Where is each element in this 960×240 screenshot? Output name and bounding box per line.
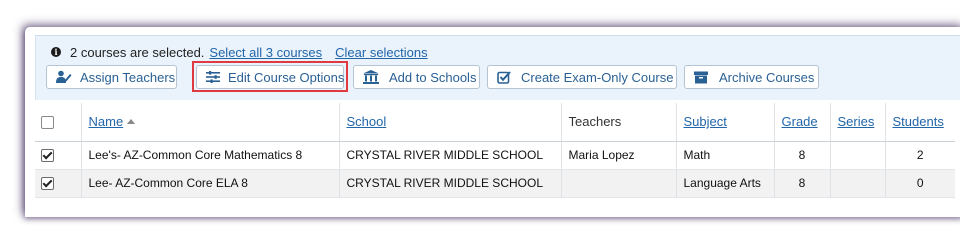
grade-cell: 8 — [774, 169, 831, 198]
school-cell: CRYSTAL RIVER MIDDLE SCHOOL — [339, 141, 562, 170]
selection-message: 2 courses are selected. — [70, 44, 205, 60]
row-checkbox[interactable] — [41, 149, 54, 163]
subject-sort-link[interactable]: Subject — [684, 114, 727, 129]
row-select-cell — [35, 169, 82, 198]
students-cell: 0 — [885, 169, 955, 198]
grade-sort-link[interactable]: Grade — [782, 114, 818, 129]
select-all-header — [35, 103, 82, 142]
row-select-cell — [35, 141, 82, 170]
create-exam-only-course-label: Create Exam-Only Course — [521, 69, 674, 85]
add-to-schools-label: Add to Schools — [389, 69, 477, 85]
subject-cell: Math — [676, 141, 775, 170]
select-all-link[interactable]: Select all 3 courses — [209, 45, 322, 60]
school-cell: CRYSTAL RIVER MIDDLE SCHOOL — [339, 169, 562, 198]
info-icon: i — [51, 47, 61, 57]
subject-column-header: Subject — [676, 103, 775, 142]
courses-card: i 2 courses are selected. Select all 3 c… — [25, 27, 960, 217]
name-sort-link[interactable]: Name — [89, 114, 124, 129]
bank-icon — [363, 70, 379, 84]
selection-panel: i 2 courses are selected. Select all 3 c… — [35, 35, 960, 100]
course-name-cell: Lee- AZ-Common Core ELA 8 — [81, 169, 340, 198]
course-name-cell: Lee's- AZ-Common Core Mathematics 8 — [81, 141, 340, 170]
students-sort-link[interactable]: Students — [893, 114, 944, 129]
select-all-checkbox[interactable] — [41, 116, 54, 130]
selection-info: i 2 courses are selected. Select all 3 c… — [51, 44, 428, 60]
series-column-header: Series — [830, 103, 886, 142]
clear-selections-link[interactable]: Clear selections — [335, 45, 428, 60]
courses-table: Name School Teachers Subject Grade Serie… — [35, 103, 955, 198]
edit-course-options-label: Edit Course Options — [228, 69, 345, 85]
subject-cell: Language Arts — [676, 169, 775, 198]
assign-teachers-button[interactable]: Assign Teachers — [46, 65, 177, 89]
table-header-row: Name School Teachers Subject Grade Serie… — [35, 103, 955, 142]
table-row[interactable]: Lee- AZ-Common Core ELA 8 CRYSTAL RIVER … — [35, 169, 955, 198]
grade-column-header: Grade — [774, 103, 831, 142]
create-exam-only-course-button[interactable]: Create Exam-Only Course — [487, 65, 677, 89]
sliders-icon — [206, 71, 220, 83]
row-checkbox[interactable] — [41, 177, 54, 191]
sort-ascending-icon — [127, 119, 136, 125]
teachers-cell: Maria Lopez — [561, 141, 677, 170]
teachers-cell — [561, 169, 677, 198]
check-square-icon — [497, 70, 511, 84]
user-pencil-icon — [56, 70, 72, 84]
school-column-header: School — [339, 103, 562, 142]
add-to-schools-button[interactable]: Add to Schools — [353, 65, 480, 89]
grade-cell: 8 — [774, 141, 831, 170]
edit-course-options-button[interactable]: Edit Course Options — [196, 65, 344, 89]
name-column-header: Name — [81, 103, 340, 142]
archive-courses-button[interactable]: Archive Courses — [684, 65, 819, 89]
students-column-header: Students — [885, 103, 955, 142]
assign-teachers-label: Assign Teachers — [80, 69, 176, 85]
archive-courses-label: Archive Courses — [719, 69, 815, 85]
table-row[interactable]: Lee's- AZ-Common Core Mathematics 8 CRYS… — [35, 141, 955, 170]
teachers-column-header: Teachers — [561, 103, 677, 142]
series-cell — [830, 141, 886, 170]
school-sort-link[interactable]: School — [347, 114, 387, 129]
archive-box-icon — [694, 71, 708, 84]
students-cell: 2 — [885, 141, 955, 170]
series-sort-link[interactable]: Series — [838, 114, 875, 129]
series-cell — [830, 169, 886, 198]
